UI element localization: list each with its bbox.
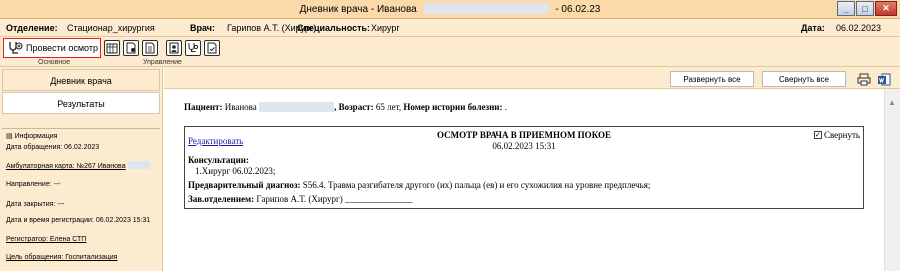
specialty-value: Хирург (371, 23, 400, 33)
department-label: Отделение: (6, 23, 58, 33)
age-label: Возраст: (338, 102, 374, 112)
info-header-label: Информация (14, 133, 58, 140)
date-value: 06.02.2023 (836, 23, 882, 33)
window-title: Дневник врача - Иванова - 06.02.23 (0, 3, 900, 15)
main-content: Развернуть все Свернуть все Пациент: Ива… (164, 67, 900, 271)
exam-record: Редактировать ОСМОТР ВРАЧА В ПРИЕМНОМ ПО… (184, 126, 864, 209)
print-icon[interactable] (856, 72, 872, 86)
patient-card-icon[interactable] (166, 40, 182, 56)
close-date: Дата закрытия: --- (6, 201, 65, 208)
checkbox-checked-icon: ✓ (813, 131, 822, 139)
window-title-date: - 06.02.23 (555, 4, 601, 15)
sidebar-item-doctor-diary[interactable]: Дневник врача (2, 69, 160, 91)
maximize-button[interactable]: □ (856, 1, 874, 16)
department-head-row: Зав.отделением: Гарипов А.Т. (Хирург) __… (188, 194, 412, 204)
close-button[interactable]: ✕ (875, 1, 897, 16)
group-main-label: Основное (38, 59, 71, 66)
direction: Направление: --- (6, 181, 61, 188)
expand-all-button[interactable]: Развернуть все (670, 71, 754, 87)
department-head-label: Зав.отделением: (188, 194, 255, 204)
redacted-patient-surname (259, 102, 335, 112)
patient-info-panel: ▤ Информация Дата обращения: 06.02.2023 … (2, 128, 160, 271)
history-number-label: Номер истории болезни: (403, 102, 503, 112)
registration-datetime: Дата и время регистрации: 06.02.2023 15:… (6, 217, 151, 224)
consultations-label: Консультации: (188, 155, 249, 165)
outpatient-card-link[interactable]: Амбулаторная карта: №267 Иванова (6, 163, 126, 170)
patient-summary: Пациент: Иванова , Возраст: 65 лет, Номе… (184, 102, 507, 112)
document-list-icon[interactable] (142, 40, 158, 56)
scroll-up-icon[interactable]: ▲ (888, 98, 897, 107)
exam-heading: ОСМОТР ВРАЧА В ПРИЕМНОМ ПОКОЕ (437, 130, 611, 140)
collapse-checkbox[interactable]: ✓ Свернуть (813, 130, 860, 140)
sidebar: Дневник врача Результаты ▤ Информация Да… (0, 67, 163, 271)
stethoscope-icon[interactable] (185, 40, 201, 56)
registrar-link[interactable]: Регистратор: Елена СТП (6, 236, 86, 243)
consultations-value: 1.Хирург 06.02.2023; (195, 166, 276, 176)
appeal-date: Дата обращения: 06.02.2023 (6, 144, 100, 151)
conduct-exam-button[interactable]: Провести осмотр (3, 38, 101, 58)
collapse-label: Свернуть (823, 130, 860, 140)
collapse-all-button[interactable]: Свернуть все (762, 71, 846, 87)
window-title-prefix: Дневник врача - Иванова (299, 4, 417, 15)
info-icon: ▤ (6, 133, 13, 140)
vertical-scrollbar[interactable]: ▲ (884, 89, 900, 271)
redacted-patient-name (423, 3, 549, 14)
outpatient-card-row: Амбулаторная карта: №267 Иванова (6, 161, 150, 170)
redacted-name (127, 161, 150, 169)
document-check-icon[interactable] (204, 40, 220, 56)
minimize-button[interactable]: _ (837, 1, 855, 16)
sidebar-item-results[interactable]: Результаты (2, 92, 160, 114)
patient-name: Иванова (224, 102, 257, 112)
conduct-exam-label: Провести осмотр (26, 43, 98, 53)
main-toolbar: Развернуть все Свернуть все (164, 67, 900, 89)
info-header: ▤ Информация (6, 132, 57, 140)
doctor-label: Врач: (190, 23, 216, 33)
history-number-value: . (504, 102, 507, 112)
exam-datetime: 06.02.2023 15:31 (492, 141, 556, 151)
calendar-grid-icon[interactable] (104, 40, 120, 56)
group-manage-label: Управление (143, 59, 182, 66)
department-head-value: Гарипов А.Т. (Хирург) _______________ (256, 194, 413, 204)
purpose-link[interactable]: Цель обращения: Госпитализация (6, 254, 117, 261)
diagnosis-value: S56.4. Травма разгибателя другого (их) п… (302, 180, 651, 190)
info-bar: Отделение: Стационар_хирургия Врач: Гари… (0, 19, 900, 37)
word-export-icon[interactable] (876, 72, 892, 86)
title-bar: Дневник врача - Иванова - 06.02.23 _ □ ✕ (0, 0, 900, 19)
patient-label: Пациент: (184, 102, 223, 112)
window-controls: _ □ ✕ (837, 1, 897, 16)
ribbon: Провести осмотр Основное Управление (0, 37, 900, 67)
diagnosis-row: Предварительный диагноз: S56.4. Травма р… (188, 180, 650, 190)
document-settings-icon[interactable] (123, 40, 139, 56)
diagnosis-label: Предварительный диагноз: (188, 180, 301, 190)
age-value: 65 лет, (375, 102, 402, 112)
stethoscope-plus-icon (7, 41, 23, 55)
specialty-label: Специальность: (297, 23, 371, 33)
date-label: Дата: (801, 23, 825, 33)
department-value: Стационар_хирургия (67, 23, 155, 33)
